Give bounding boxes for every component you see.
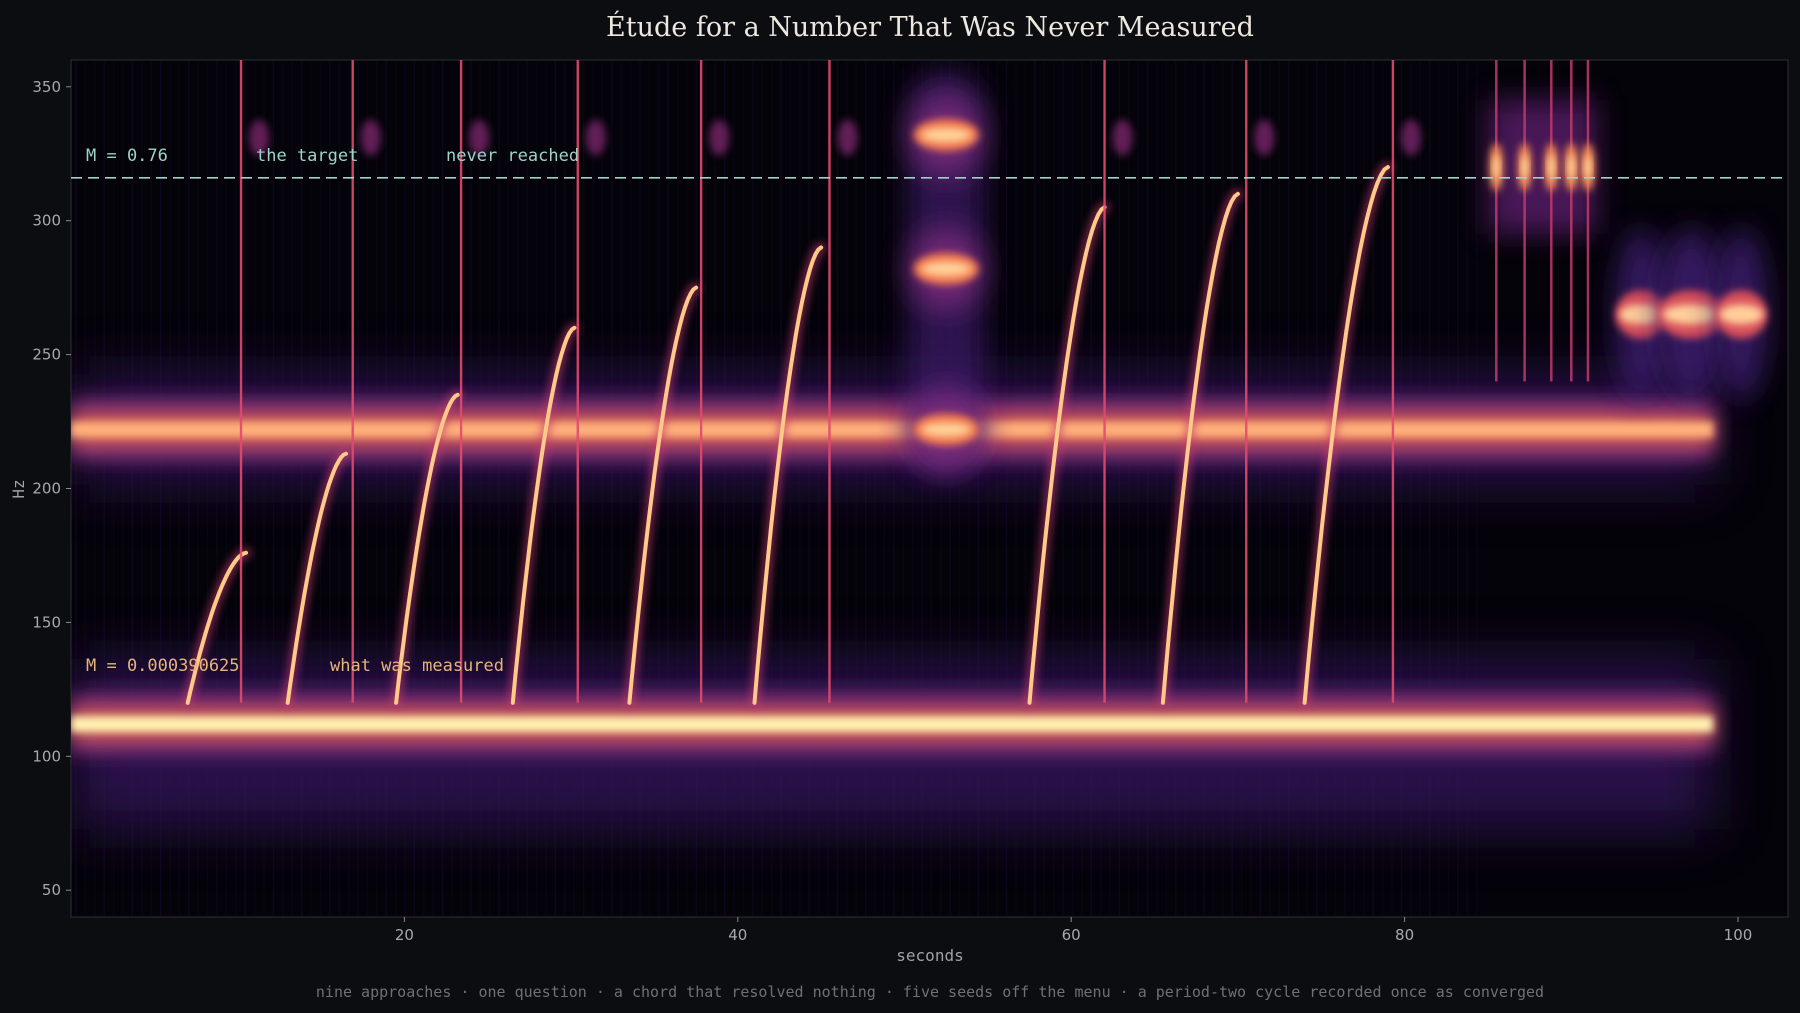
drone-band-2 [71, 659, 1713, 830]
rebound-echo [360, 119, 381, 156]
x-tick-label: 80 [1395, 926, 1414, 944]
y-tick-label: 100 [32, 747, 61, 765]
drone-band-1 [71, 374, 1713, 485]
x-tick-label: 40 [728, 926, 747, 944]
cycle-core [1662, 304, 1721, 325]
seed-core [1521, 155, 1528, 180]
x-tick-label: 20 [395, 926, 414, 944]
rebound-echo [1400, 119, 1421, 156]
chord-tone-core [921, 127, 972, 142]
y-tick-label: 300 [32, 212, 61, 230]
rebound-echo [585, 119, 606, 156]
chart-footer-caption: nine approaches · one question · a chord… [316, 983, 1544, 1001]
cycle-core [1719, 304, 1764, 325]
drone-core [71, 421, 1713, 438]
y-tick-label: 350 [32, 78, 61, 96]
x-axis-ticks: 20 40 60 80 100 [395, 917, 1752, 944]
x-tick-label: 60 [1062, 926, 1081, 944]
rebound-echo [1254, 119, 1275, 156]
rebound-echo [1112, 119, 1133, 156]
chord-tone-core [921, 261, 972, 276]
y-tick-label: 200 [32, 480, 61, 498]
chord-tone-core [921, 422, 972, 437]
seed-core [1493, 155, 1500, 180]
y-tick-label: 250 [32, 346, 61, 364]
chart-title: Étude for a Number That Was Never Measur… [606, 10, 1254, 43]
period-two-cycle [1615, 228, 1768, 401]
spectrogram-chart: Étude for a Number That Was Never Measur… [9, 10, 1789, 1001]
target-note-label: never reached [446, 146, 579, 166]
measured-value-label: M = 0.000390625 [86, 656, 240, 676]
measured-text-label: what was measured [330, 656, 504, 676]
x-tick-label: 100 [1724, 926, 1753, 944]
y-tick-label: 50 [42, 881, 61, 899]
seed-core [1568, 155, 1575, 180]
cycle-core [1619, 304, 1664, 325]
rebound-echo [837, 119, 858, 156]
drone-core [71, 716, 1713, 733]
target-value-label: M = 0.76 [86, 146, 168, 166]
seed-core [1584, 155, 1591, 180]
target-text-label: the target [256, 146, 358, 166]
y-tick-label: 150 [32, 613, 61, 631]
rebound-echo [709, 119, 730, 156]
seeds-haze [1487, 100, 1597, 235]
target-annotation: M = 0.76 the target never reached [86, 146, 579, 166]
y-axis-ticks: 50 100 150 200 250 300 350 [32, 78, 71, 899]
y-axis-label: Hz [9, 479, 28, 498]
seed-core [1548, 155, 1555, 180]
x-axis-label: seconds [896, 946, 963, 965]
